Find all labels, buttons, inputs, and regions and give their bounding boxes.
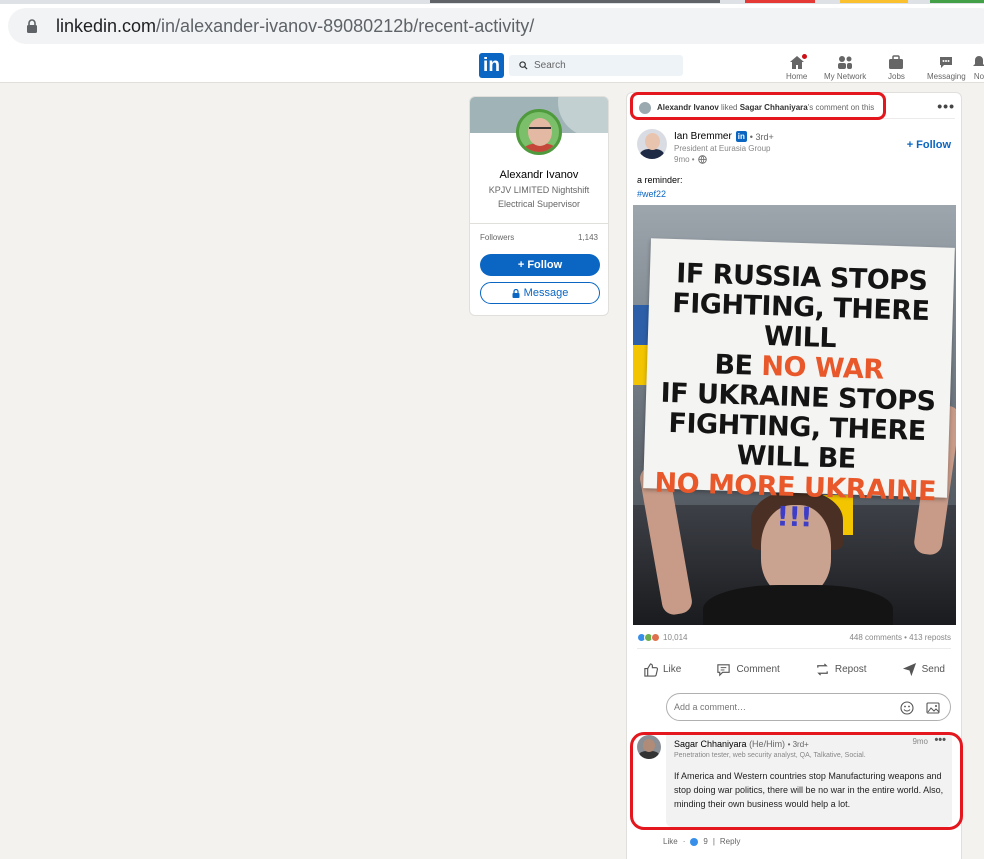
current-user-avatar (637, 696, 661, 720)
lock-icon (512, 288, 520, 298)
emoji-icon[interactable] (900, 701, 914, 715)
profile-message-button[interactable]: Message (480, 282, 600, 304)
post-time: 9mo • (674, 155, 695, 164)
reactions-bar: 10,014 448 comments • 413 reposts (637, 631, 951, 643)
globe-icon (697, 155, 707, 164)
search-icon (519, 61, 528, 70)
author-name[interactable]: Ian Bremmer (674, 131, 732, 142)
notification-badge (799, 52, 809, 61)
comment-actions: Like · 9 | Reply (663, 837, 741, 846)
address-bar[interactable]: linkedin.com/in/alexander-ivanov-8908021… (8, 8, 984, 44)
divider (470, 223, 608, 224)
lock-icon[interactable] (24, 19, 40, 33)
linkedin-logo[interactable]: in (479, 53, 504, 78)
browser-toolbar: linkedin.com/in/alexander-ivanov-8908021… (0, 0, 984, 50)
comment-icon (717, 663, 731, 676)
linkedin-navbar: in Search Home My Network Jobs Messaging… (0, 50, 984, 83)
commenter-degree: • 3rd+ (787, 740, 809, 749)
tab-strip (0, 0, 984, 4)
post-actions: Like Comment Repost Send (643, 659, 945, 679)
comment-like-button[interactable]: Like (663, 837, 678, 846)
author-headline: President at Eurasia Group (674, 144, 771, 153)
hashtag-link[interactable]: #wef22 (637, 187, 683, 201)
post-card: Alexandr Ivanov liked Sagar Chhaniyara's… (626, 92, 962, 859)
post-text: a reminder: #wef22 (637, 175, 683, 201)
nav-messaging[interactable]: Messaging (927, 53, 966, 81)
like-reaction-icon (690, 837, 699, 846)
comment-reply-button[interactable]: Reply (720, 837, 740, 846)
profile-name[interactable]: Alexandr Ivanov (470, 169, 608, 181)
activity-header: Alexandr Ivanov liked Sagar Chhaniyara's… (633, 97, 955, 119)
comments-reposts-count[interactable]: 448 comments • 413 reposts (849, 633, 951, 642)
search-placeholder: Search (534, 60, 566, 71)
image-icon[interactable] (926, 701, 940, 715)
comment-item: Sagar Chhaniyara (He/Him) • 3rd+ 9mo •••… (637, 733, 952, 833)
linkedin-influencer-icon: in (735, 131, 747, 142)
comment-more-icon[interactable]: ••• (934, 734, 946, 746)
comment-bubble: Sagar Chhaniyara (He/Him) • 3rd+ 9mo •••… (666, 733, 952, 827)
messaging-icon (938, 53, 954, 70)
search-box[interactable]: Search (509, 55, 683, 76)
nav-home[interactable]: Home (786, 52, 809, 81)
send-button[interactable]: Send (902, 662, 945, 677)
send-icon (902, 662, 916, 676)
protest-placard: IF RUSSIA STOPS FIGHTING, THERE WILL BE … (643, 238, 955, 533)
network-icon (837, 53, 853, 70)
profile-avatar[interactable] (516, 109, 562, 155)
divider (637, 648, 951, 649)
profile-card: Alexandr Ivanov KPJV LIMITED Nightshift … (469, 96, 609, 316)
profile-headline: KPJV LIMITED Nightshift Electrical Super… (488, 185, 590, 209)
repost-icon (817, 662, 828, 676)
bell-icon (973, 53, 984, 70)
follow-author-button[interactable]: + Follow (907, 139, 951, 151)
followers-row: Followers 1,143 (480, 233, 598, 242)
commenter-pronouns: (He/Him) (749, 739, 786, 749)
post-author: Ian Bremmer in • 3rd+ President at Euras… (637, 127, 951, 167)
profile-follow-button[interactable]: + Follow (480, 254, 600, 276)
briefcase-icon (888, 53, 904, 70)
activity-avatar (639, 101, 651, 114)
nav-notifications[interactable]: No (973, 53, 984, 81)
commenter-headline: Penetration tester, web security analyst… (674, 752, 866, 759)
author-avatar[interactable] (637, 129, 667, 159)
home-icon (789, 52, 809, 70)
reaction-count[interactable]: 10,014 (663, 633, 687, 642)
url-text: linkedin.com/in/alexander-ivanov-8908021… (56, 15, 535, 36)
connection-degree: • 3rd+ (749, 131, 774, 142)
repost-button[interactable]: Repost (815, 662, 867, 677)
like-button[interactable]: Like (643, 662, 681, 677)
thumbs-up-icon (644, 662, 658, 677)
comment-input[interactable]: Add a comment… (666, 693, 951, 721)
commenter-name[interactable]: Sagar Chhaniyara (674, 739, 747, 749)
add-comment-row: Add a comment… (637, 693, 951, 723)
nav-my-network[interactable]: My Network (824, 53, 866, 81)
activity-target[interactable]: Sagar Chhaniyara (740, 103, 808, 112)
post-image[interactable]: IF RUSSIA STOPS FIGHTING, THERE WILL BE … (633, 205, 956, 625)
comment-like-count[interactable]: 9 (703, 837, 707, 846)
nav-jobs[interactable]: Jobs (888, 53, 905, 81)
comment-button[interactable]: Comment (716, 662, 780, 677)
more-options-icon[interactable]: ••• (937, 98, 955, 114)
comment-text: If America and Western countries stop Ma… (674, 771, 944, 809)
comment-time: 9mo (912, 737, 928, 746)
love-reaction-icon (651, 632, 660, 642)
activity-actor[interactable]: Alexandr Ivanov (657, 103, 719, 112)
commenter-avatar[interactable] (637, 735, 661, 759)
followers-count: 1,143 (577, 233, 598, 242)
